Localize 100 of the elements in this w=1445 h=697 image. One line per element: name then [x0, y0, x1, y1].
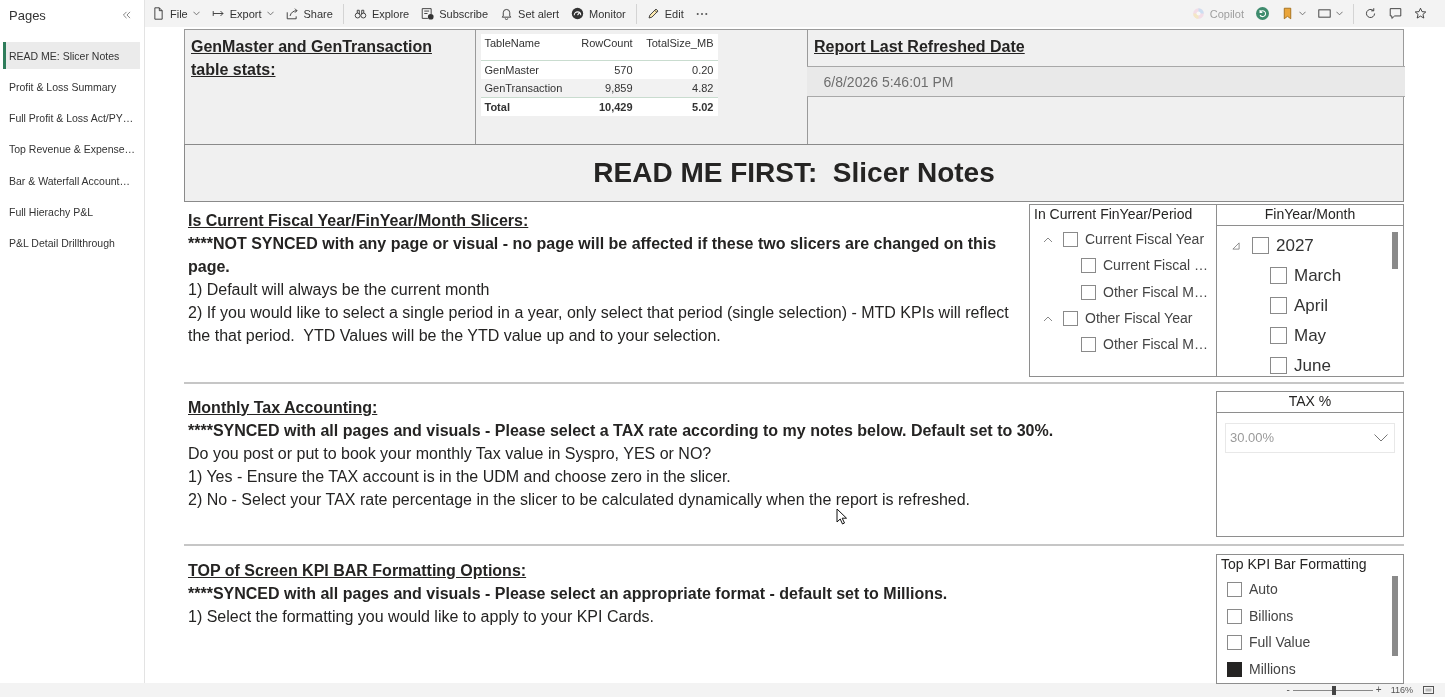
- caret-icon: [1374, 433, 1388, 442]
- checkbox[interactable]: [1270, 297, 1287, 314]
- total-cell: Total: [480, 97, 573, 116]
- scrollbar-thumb[interactable]: [1392, 231, 1398, 269]
- window-icon: [1318, 7, 1331, 20]
- bell-icon: [500, 7, 514, 20]
- page-tab[interactable]: Top Revenue & Expense…: [3, 135, 140, 163]
- slicer-option[interactable]: April: [1294, 295, 1328, 316]
- checkbox[interactable]: [1081, 258, 1096, 274]
- note-line: 1) Select the formatting you would like to apply to your KPI Cards.: [188, 606, 655, 627]
- total-cell: 5.02: [636, 97, 718, 116]
- checkbox[interactable]: [1081, 337, 1096, 353]
- column-header[interactable]: TotalSize_MB: [636, 34, 718, 61]
- section-heading: Monthly Tax Accounting:: [188, 397, 378, 418]
- refresh-icon: [1364, 7, 1377, 20]
- checkbox[interactable]: [1063, 232, 1078, 248]
- undo-icon: [1256, 7, 1269, 20]
- document-icon: [152, 7, 165, 20]
- slicer-option[interactable]: Auto: [1249, 581, 1278, 599]
- chevron-up-icon[interactable]: [1043, 236, 1053, 243]
- triangle-down-icon[interactable]: [1232, 241, 1240, 250]
- table-cell: GenTransaction: [480, 79, 573, 98]
- checkbox[interactable]: [1227, 661, 1242, 677]
- slicer-option[interactable]: Full Value: [1249, 634, 1311, 652]
- logo-icon: [1191, 7, 1205, 20]
- table-cell: 0.20: [636, 60, 718, 79]
- zoom-out-button[interactable]: -: [1283, 684, 1293, 696]
- page-tab[interactable]: P&L Detail Drillthrough: [3, 229, 140, 257]
- page-tab[interactable]: Profit & Loss Summary: [3, 73, 140, 101]
- chevron-up-icon[interactable]: [1043, 315, 1053, 322]
- column-header[interactable]: RowCount: [572, 34, 637, 61]
- fit-page-icon[interactable]: [1423, 686, 1434, 694]
- stats-heading: GenMaster and GenTransaction table stats:: [191, 37, 433, 80]
- more-icon: [695, 11, 708, 16]
- note-line: 2) If you would like to select a single period in a year, only select that period (single selection) - MTD KPIs will reflect the that period. YTD Values will be the YTD value up and to your selection.: [188, 302, 1010, 346]
- share-button[interactable]: Share: [281, 2, 337, 25]
- gauge-icon: [571, 7, 585, 20]
- slicer-option[interactable]: Current Fiscal …: [1103, 257, 1209, 275]
- slider-thumb[interactable]: [1331, 685, 1336, 695]
- section-heading: TOP of Screen KPI BAR Formatting Options:: [188, 560, 527, 581]
- subscribe-button[interactable]: Subscribe: [417, 2, 493, 25]
- checkbox[interactable]: [1227, 608, 1242, 624]
- file-menu-button[interactable]: File: [148, 2, 204, 25]
- table-cell: 4.82: [636, 79, 718, 98]
- sync-note: ****SYNCED with all pages and visuals - Please select an appropriate format - default set to Millions.: [188, 583, 949, 604]
- export-menu-button[interactable]: Export: [207, 2, 278, 25]
- slicer-option[interactable]: May: [1294, 325, 1327, 346]
- scrollbar-thumb[interactable]: [1392, 575, 1398, 656]
- page-tab[interactable]: READ ME: Slicer Notes: [3, 42, 140, 69]
- slicer-option[interactable]: March: [1294, 265, 1342, 286]
- checkbox[interactable]: [1270, 327, 1287, 344]
- total-cell: 10,429: [572, 97, 637, 116]
- share-icon: [285, 7, 299, 20]
- slicer-option[interactable]: June: [1294, 355, 1331, 376]
- checkbox[interactable]: [1270, 357, 1287, 374]
- comment-icon: [1389, 7, 1402, 20]
- zoom-in-button[interactable]: +: [1372, 684, 1385, 696]
- refresh-heading: Report Last Refreshed Date: [813, 37, 1026, 57]
- note-line: 1) Default will always be the current month: [188, 279, 491, 300]
- slicer-option[interactable]: Other Fiscal M…: [1103, 336, 1208, 354]
- checkbox[interactable]: [1252, 237, 1269, 254]
- edit-button[interactable]: Edit: [642, 2, 688, 25]
- collapse-icon[interactable]: [122, 11, 131, 19]
- page-tab[interactable]: Bar & Waterfall Account…: [3, 167, 140, 195]
- checkbox[interactable]: [1270, 267, 1287, 284]
- column-header[interactable]: TableName: [480, 34, 573, 61]
- binoculars-icon: [353, 7, 367, 20]
- slicer-title: FinYear/Month: [1217, 204, 1403, 226]
- set-alert-button[interactable]: Set alert: [496, 2, 564, 25]
- page-tab[interactable]: Full Hierachy P&L: [3, 198, 140, 226]
- refresh-date-value: 6/8/2026 5:46:01 PM: [806, 66, 1405, 97]
- table-cell: GenMaster: [480, 60, 573, 79]
- slicer-title: Top KPI Bar Formatting: [1220, 554, 1368, 573]
- slicer-option[interactable]: Other Fiscal Year: [1085, 310, 1193, 328]
- mouse-pointer-icon: [836, 508, 847, 525]
- pages-heading: Pages: [9, 7, 46, 23]
- table-cell: 570: [572, 60, 637, 79]
- slicer-option[interactable]: Other Fiscal M…: [1103, 283, 1208, 301]
- slicer-option[interactable]: Billions: [1249, 607, 1294, 625]
- slicer-option[interactable]: 2027: [1276, 235, 1314, 256]
- page-tab[interactable]: Full Profit & Loss Act/PY…: [3, 104, 140, 132]
- slicer-option[interactable]: Current Fiscal Year: [1085, 231, 1205, 249]
- slicer-title: TAX %: [1217, 391, 1403, 413]
- checkbox[interactable]: [1227, 635, 1242, 651]
- checkbox[interactable]: [1227, 582, 1242, 598]
- zoom-level: 116%: [1390, 685, 1413, 695]
- slicer-title: In Current FinYear/Period: [1033, 204, 1194, 223]
- checkbox[interactable]: [1081, 284, 1096, 300]
- explore-button[interactable]: Explore: [349, 2, 414, 25]
- sync-note: ****SYNCED with all pages and visuals - Please select a TAX rate according to my notes below. Default set to 30%.: [188, 420, 1055, 441]
- page-title-banner: READ ME FIRST: Slicer Notes: [184, 143, 1404, 202]
- checkbox[interactable]: [1063, 311, 1078, 327]
- pencil-icon: [646, 7, 660, 20]
- section-heading: Is Current Fiscal Year/FinYear/Month Slicers:: [188, 210, 529, 231]
- note-line: Do you post or put to book your monthly Tax value in Syspro, YES or NO?: [188, 443, 713, 464]
- monitor-button[interactable]: Monitor: [567, 2, 630, 25]
- subscribe-icon: [421, 7, 435, 20]
- slicer-option[interactable]: Millions: [1249, 660, 1296, 678]
- note-line: 1) Yes - Ensure the TAX account is in the UDM and choose zero in the slicer.: [188, 466, 732, 487]
- note-line: 2) No - Select your TAX rate percentage in the slicer to be calculated dynamically when the report is refreshed.: [188, 489, 972, 510]
